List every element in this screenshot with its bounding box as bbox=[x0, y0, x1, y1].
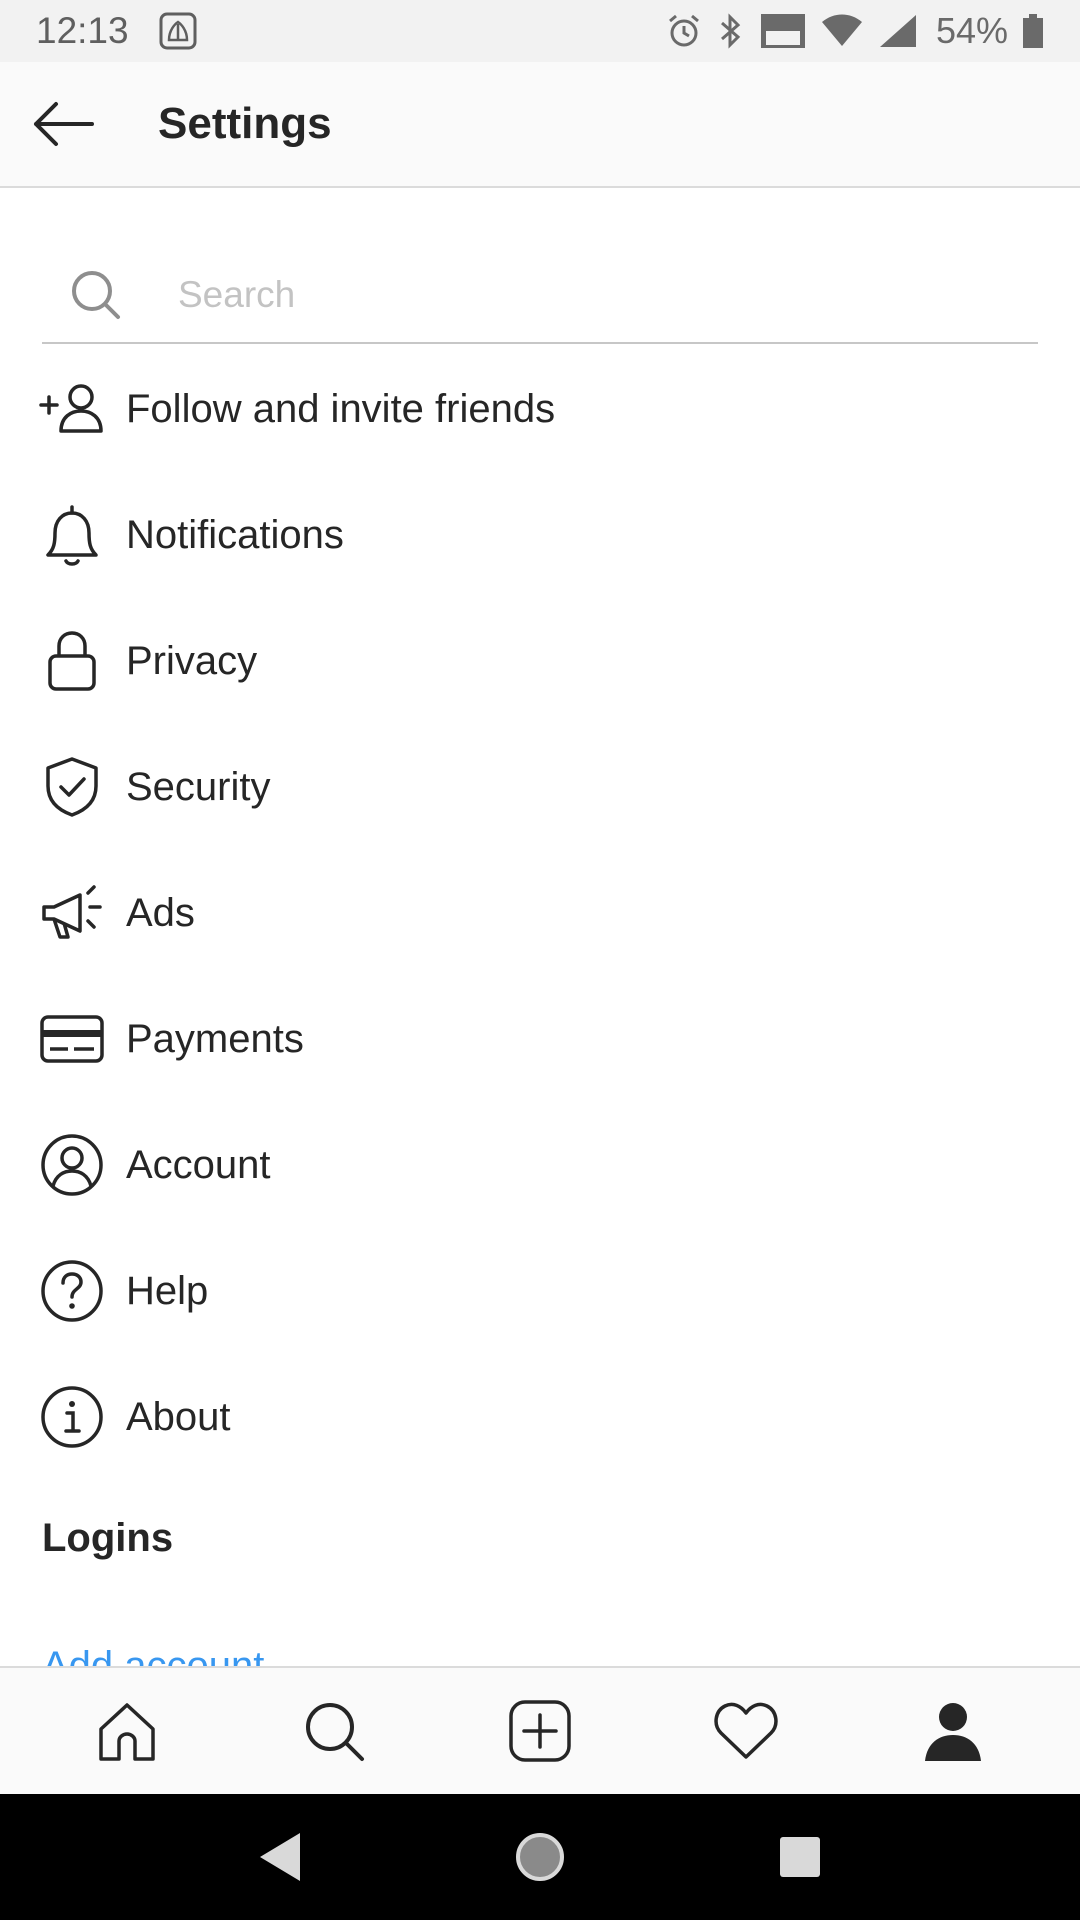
profile-icon bbox=[924, 1703, 981, 1761]
menu-item-label: Ads bbox=[126, 890, 195, 935]
status-right: 54% bbox=[666, 10, 1044, 52]
status-left: 12:13 bbox=[36, 10, 197, 52]
menu-item-label: Help bbox=[126, 1268, 209, 1313]
wifi-icon bbox=[821, 14, 862, 46]
search-icon bbox=[72, 271, 120, 319]
battery-icon bbox=[1023, 14, 1043, 48]
menu-item-label: Security bbox=[126, 764, 271, 809]
home-circle-icon bbox=[516, 1833, 564, 1881]
user-circle-icon bbox=[38, 1131, 106, 1199]
menu-item-security[interactable]: Security bbox=[0, 724, 1080, 850]
nav-profile-button[interactable] bbox=[913, 1691, 993, 1771]
signal-icon bbox=[879, 15, 916, 47]
page-title: Settings bbox=[158, 99, 332, 148]
app-notification-icon bbox=[159, 12, 197, 50]
battery-percentage: 54% bbox=[935, 10, 1008, 51]
menu-item-label: Account bbox=[126, 1142, 271, 1187]
logins-section-header: Logins bbox=[42, 1516, 174, 1560]
menu-item-ads[interactable]: Ads bbox=[0, 850, 1080, 976]
menu-item-privacy[interactable]: Privacy bbox=[0, 598, 1080, 724]
credit-card-icon bbox=[38, 1005, 106, 1073]
back-triangle-icon bbox=[260, 1833, 300, 1881]
bluetooth-icon bbox=[720, 13, 741, 49]
nav-home-button[interactable] bbox=[87, 1691, 167, 1771]
menu-item-label: Privacy bbox=[126, 638, 258, 683]
search-icon bbox=[305, 1703, 364, 1761]
menu-item-label: About bbox=[126, 1394, 231, 1439]
menu-item-follow-invite[interactable]: Follow and invite friends bbox=[0, 346, 1080, 472]
system-nav-bar bbox=[0, 1794, 1080, 1920]
recents-square-icon bbox=[780, 1837, 820, 1877]
add-person-icon bbox=[38, 375, 106, 443]
home-icon bbox=[99, 1703, 155, 1761]
settings-menu: Follow and invite friends Notifications … bbox=[0, 346, 1080, 1480]
shield-check-icon bbox=[38, 753, 106, 821]
bottom-nav bbox=[0, 1666, 1080, 1794]
nav-new-post-button[interactable] bbox=[500, 1691, 580, 1771]
back-button[interactable] bbox=[32, 100, 94, 148]
bell-icon bbox=[38, 501, 106, 569]
menu-item-help[interactable]: Help bbox=[0, 1228, 1080, 1354]
status-bar: 12:13 54% bbox=[0, 0, 1080, 62]
alarm-icon bbox=[668, 14, 699, 47]
system-recents-button[interactable] bbox=[770, 1827, 830, 1887]
menu-item-label: Payments bbox=[126, 1016, 304, 1061]
search-bar[interactable] bbox=[42, 248, 1038, 344]
nav-search-button[interactable] bbox=[294, 1691, 374, 1771]
nav-activity-button[interactable] bbox=[706, 1691, 786, 1771]
new-post-icon bbox=[509, 1700, 571, 1762]
help-circle-icon bbox=[38, 1257, 106, 1325]
heart-icon bbox=[714, 1702, 778, 1759]
search-input[interactable] bbox=[176, 273, 980, 317]
menu-item-label: Follow and invite friends bbox=[126, 386, 556, 431]
menu-item-label: Notifications bbox=[126, 512, 344, 557]
app-header: Settings bbox=[0, 62, 1080, 188]
lock-icon bbox=[38, 627, 106, 695]
volte-icon bbox=[760, 14, 805, 48]
status-time: 12:13 bbox=[36, 10, 129, 51]
system-home-button[interactable] bbox=[510, 1827, 570, 1887]
menu-item-about[interactable]: About bbox=[0, 1354, 1080, 1480]
menu-item-account[interactable]: Account bbox=[0, 1102, 1080, 1228]
system-back-button[interactable] bbox=[250, 1827, 310, 1887]
menu-item-payments[interactable]: Payments bbox=[0, 976, 1080, 1102]
megaphone-icon bbox=[38, 879, 106, 947]
arrow-left-icon bbox=[34, 102, 94, 146]
info-circle-icon bbox=[38, 1383, 106, 1451]
menu-item-notifications[interactable]: Notifications bbox=[0, 472, 1080, 598]
